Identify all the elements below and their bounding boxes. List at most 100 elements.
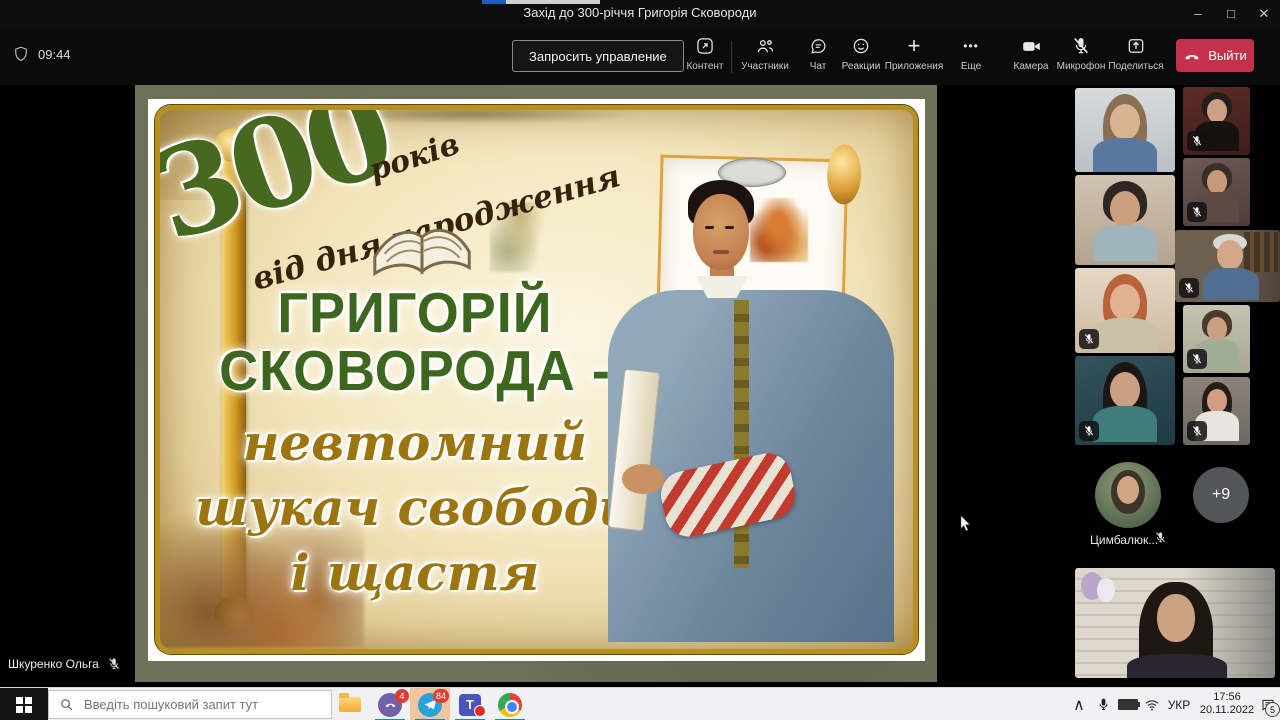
- search-icon: [59, 697, 74, 712]
- mic-muted-icon: [1079, 329, 1099, 349]
- mouse-cursor: [958, 514, 975, 536]
- participant-video-large[interactable]: [1075, 568, 1275, 678]
- chrome-button[interactable]: [490, 688, 530, 720]
- mic-muted-icon: [1187, 202, 1207, 222]
- content-button[interactable]: Контент: [677, 34, 733, 80]
- participant-video[interactable]: [1075, 88, 1175, 172]
- request-control-button[interactable]: Запросить управление: [512, 40, 684, 72]
- participant-video[interactable]: [1075, 268, 1175, 353]
- participant-video[interactable]: [1175, 230, 1280, 302]
- screen-share-icon: [695, 34, 715, 58]
- folder-icon: [339, 697, 361, 712]
- clock-time: 17:56: [1192, 691, 1262, 704]
- mic-muted-icon: [107, 657, 121, 671]
- progress-fill: [482, 0, 506, 4]
- bookshelf-background: [1244, 232, 1278, 272]
- slide-title-line2: СКОВОРОДА -: [190, 338, 640, 403]
- portrait-mouth: [713, 250, 729, 254]
- viber-badge: 4: [395, 689, 409, 703]
- language-indicator[interactable]: УКР: [1164, 688, 1194, 720]
- chat-icon: [809, 34, 828, 58]
- wifi-icon[interactable]: [1141, 688, 1163, 720]
- taskbar-clock[interactable]: 17:56 20.11.2022: [1192, 691, 1262, 717]
- overflow-participants-badge[interactable]: +9: [1193, 467, 1249, 523]
- participant-video[interactable]: [1183, 305, 1250, 373]
- reactions-button[interactable]: Реакции: [833, 34, 889, 80]
- apps-button[interactable]: + Приложения: [886, 34, 942, 80]
- presenter-name: Шкуренко Ольга: [8, 657, 99, 671]
- leave-button[interactable]: Выйти: [1176, 39, 1254, 72]
- camera-icon: [1021, 34, 1042, 58]
- portrait-face: [693, 194, 749, 270]
- portrait-eye: [725, 226, 734, 229]
- participant-video[interactable]: [1183, 87, 1250, 155]
- meeting-title: Захід до 300-річчя Григорія Сковороди: [0, 5, 1280, 20]
- mic-muted-icon: [1154, 531, 1167, 549]
- slide-subtitle-line3: і щастя: [170, 543, 660, 602]
- slide-subtitle-line2: шукач свободи: [170, 478, 660, 537]
- more-button[interactable]: ••• Еще: [943, 34, 999, 80]
- participant-avatar[interactable]: [1095, 462, 1161, 528]
- shield-icon: [12, 45, 30, 68]
- participant-video[interactable]: [1075, 356, 1175, 445]
- viber-button[interactable]: 4: [370, 688, 410, 720]
- toolbar-divider: [731, 41, 732, 73]
- teams-notification-dot: [474, 705, 486, 717]
- balloon-decoration: [1097, 578, 1115, 602]
- participant-video[interactable]: [1183, 158, 1250, 226]
- action-center-button[interactable]: 5: [1256, 688, 1280, 720]
- notification-count-badge: 5: [1265, 702, 1280, 717]
- taskbar-search[interactable]: [48, 690, 332, 719]
- coat-trim: [734, 300, 749, 568]
- participant-video[interactable]: [1183, 377, 1250, 445]
- mic-muted-icon: [1071, 34, 1091, 58]
- emoji-icon: [851, 34, 871, 58]
- start-button[interactable]: [0, 688, 48, 720]
- share-progress-bar: [482, 0, 600, 4]
- windows-taskbar: 4 84 T ∧ УКР 17:56 20.11.2022 5: [0, 687, 1280, 720]
- slide-frame: 300 років від дня народження ГРИГОРІЙ СК…: [148, 99, 925, 661]
- portrait-eye: [705, 226, 714, 229]
- tray-mic-icon[interactable]: [1092, 688, 1114, 720]
- minimize-button[interactable]: –: [1182, 0, 1214, 27]
- meeting-timer: 09:44: [38, 47, 71, 62]
- mic-muted-icon: [1187, 421, 1207, 441]
- plus-icon: +: [908, 34, 921, 58]
- portrait-hand: [622, 464, 664, 494]
- file-explorer-button[interactable]: [330, 688, 370, 720]
- slide-subtitle-line1: невтомний: [170, 413, 660, 472]
- mic-muted-icon: [1187, 131, 1207, 151]
- teams-button[interactable]: T: [450, 688, 490, 720]
- search-input[interactable]: [82, 696, 321, 713]
- maximize-button[interactable]: □: [1215, 0, 1247, 27]
- teams-meeting-window: Захід до 300-річчя Григорія Сковороди – …: [0, 0, 1280, 720]
- mic-muted-icon: [1079, 421, 1099, 441]
- participant-video[interactable]: [1075, 175, 1175, 265]
- window-titlebar: Захід до 300-річчя Григорія Сковороди – …: [0, 0, 1280, 27]
- skovoroda-portrait: [600, 132, 905, 642]
- slide-title-line1: ГРИГОРІЙ: [190, 280, 640, 345]
- telegram-button[interactable]: 84: [410, 688, 450, 720]
- autumn-flower-decoration: [750, 198, 808, 262]
- close-button[interactable]: ✕: [1248, 0, 1280, 27]
- participants-button[interactable]: Участники: [737, 34, 793, 80]
- camera-button[interactable]: Камера: [1003, 34, 1059, 80]
- battery-icon[interactable]: [1116, 688, 1140, 720]
- share-button[interactable]: Поделиться: [1108, 34, 1164, 80]
- chrome-icon: [498, 693, 522, 717]
- mic-button[interactable]: Микрофон: [1053, 34, 1109, 80]
- shared-screen-stage: 300 років від дня народження ГРИГОРІЙ СК…: [0, 85, 1066, 687]
- participant-name: Цимбалюк...: [1090, 533, 1158, 547]
- open-book-illustration: [365, 202, 483, 287]
- meeting-toolbar: 09:44 Запросить управление Контент Участ…: [0, 27, 1280, 86]
- windows-logo-icon: [16, 697, 32, 713]
- telegram-badge: 84: [433, 689, 449, 703]
- clock-date: 20.11.2022: [1192, 704, 1262, 717]
- tray-expand-button[interactable]: ∧: [1068, 688, 1090, 720]
- mic-muted-icon: [1187, 349, 1207, 369]
- more-dots-icon: •••: [963, 34, 979, 58]
- handset-icon: [1183, 47, 1201, 65]
- people-icon: [755, 34, 776, 58]
- presenter-label: Шкуренко Ольга: [8, 657, 121, 671]
- mic-muted-icon: [1179, 278, 1199, 298]
